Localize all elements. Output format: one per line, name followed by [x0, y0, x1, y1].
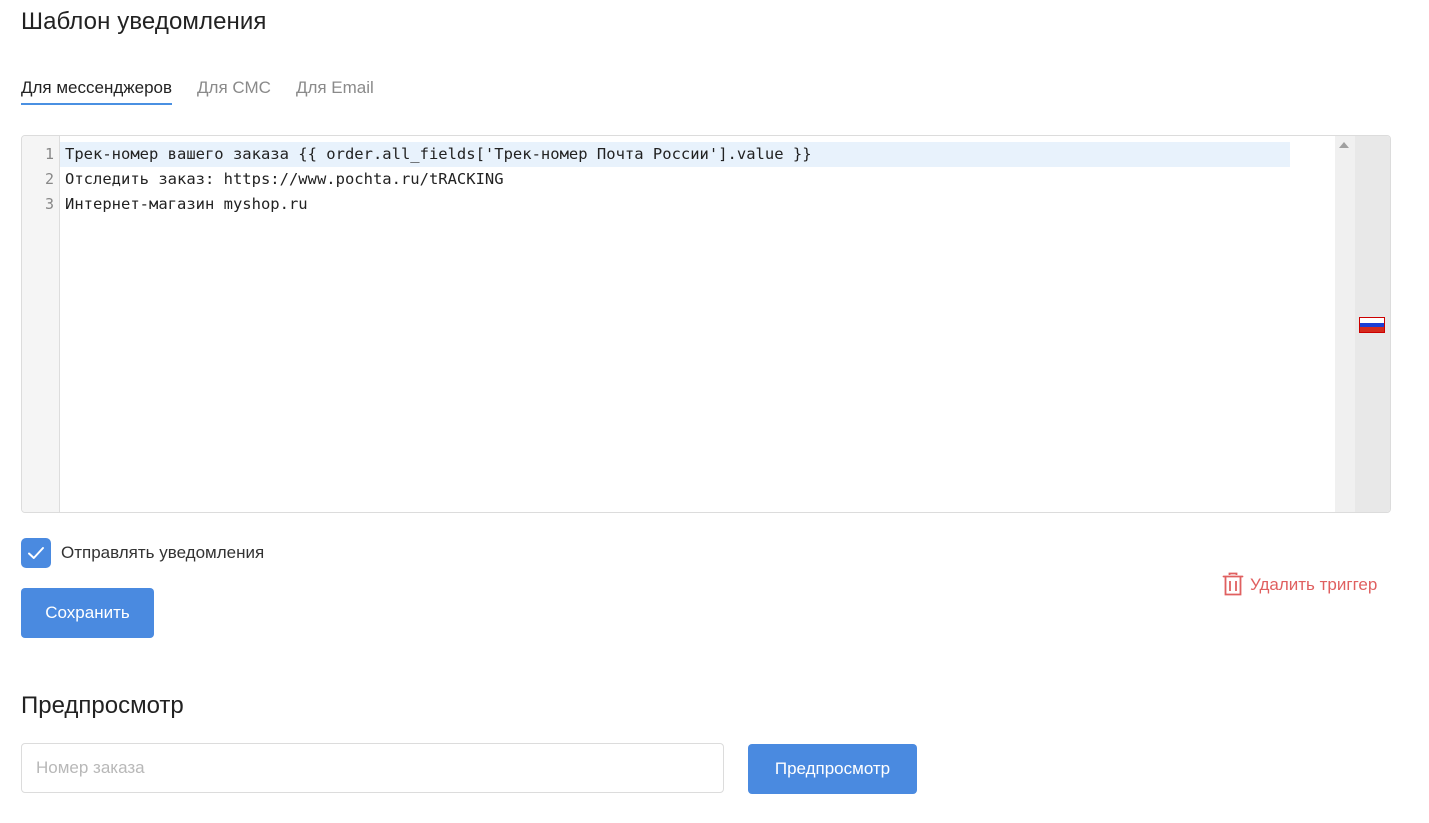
- code-line[interactable]: Интернет-магазин myshop.ru: [60, 192, 1290, 217]
- tab-email[interactable]: Для Email: [296, 78, 374, 105]
- line-number: 3: [44, 195, 54, 213]
- editor-scrollbar[interactable]: [1335, 136, 1355, 512]
- code-line[interactable]: Трек-номер вашего заказа {{ order.all_fi…: [60, 142, 1290, 167]
- page-title: Шаблон уведомления: [21, 8, 267, 35]
- line-number-gutter: 1 2 3: [22, 136, 60, 512]
- template-tabs: Для мессенджеров Для СМС Для Email: [21, 78, 399, 105]
- delete-trigger-button[interactable]: Удалить триггер: [1222, 572, 1377, 597]
- save-button[interactable]: Сохранить: [21, 588, 154, 638]
- scroll-up-arrow-icon[interactable]: [1339, 142, 1349, 148]
- tab-sms[interactable]: Для СМС: [197, 78, 271, 105]
- preview-button[interactable]: Предпросмотр: [748, 744, 917, 794]
- line-number: 1: [44, 145, 54, 163]
- order-number-input[interactable]: [21, 743, 724, 793]
- editor-minimap[interactable]: [1355, 136, 1390, 512]
- template-code-editor[interactable]: 1 2 3 Трек-номер вашего заказа {{ order.…: [21, 135, 1391, 513]
- code-area[interactable]: Трек-номер вашего заказа {{ order.all_fi…: [60, 142, 1290, 217]
- preview-section-title: Предпросмотр: [21, 692, 184, 719]
- line-number: 2: [44, 170, 54, 188]
- send-notifications-label: Отправлять уведомления: [61, 543, 265, 562]
- checkmark-icon: [28, 547, 44, 559]
- send-notifications-checkbox[interactable]: [21, 538, 51, 568]
- delete-trigger-label: Удалить триггер: [1250, 574, 1378, 594]
- russia-flag-icon: [1359, 317, 1385, 333]
- code-line[interactable]: Отследить заказ: https://www.pochta.ru/t…: [60, 167, 1290, 192]
- tab-messengers[interactable]: Для мессенджеров: [21, 78, 173, 105]
- trash-icon: [1222, 572, 1244, 596]
